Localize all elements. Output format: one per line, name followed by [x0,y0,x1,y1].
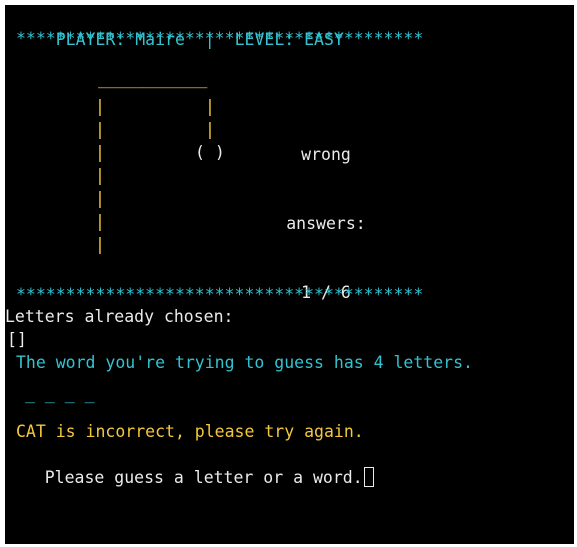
gallows-post-3: | [95,143,105,162]
wrong-answers-line1: wrong [301,145,351,164]
gallows-post-2: | [95,120,105,139]
word-info: The word you're trying to guess has 4 le… [16,353,473,372]
gallows-post-1: | [95,97,105,116]
gallows-post-7: | [95,235,105,254]
gallows-post-4: | [95,166,105,185]
header-line: PLAYER: Maire | LEVEL: EASY [16,5,344,49]
feedback-message: CAT is incorrect, please try again. [16,422,364,441]
input-prompt-line: Please guess a letter or a word. [5,443,374,487]
hangman-gallows: ___________ | | | | | | | | | ( ) [95,69,235,263]
wrong-answers-block: wrong answers: 1 / 6 [278,97,374,350]
gallows-post-6: | [95,212,105,231]
gallows-beam: ___________ [98,69,208,88]
gallows-post-5: | [95,189,105,208]
top-divider: ****************************************… [16,29,424,48]
word-blanks: _ _ _ _ [25,384,95,403]
terminal-window: PLAYER: Maire | LEVEL: EASY ************… [5,5,574,544]
letters-chosen-label: Letters already chosen: [5,307,234,326]
wrong-answers-line2: answers: [286,214,366,233]
hangman-head: ( ) [195,143,225,162]
gallows-rope-1: | [205,97,215,116]
letters-chosen-value: [] [7,330,27,349]
text-cursor[interactable] [363,467,374,487]
input-prompt: Please guess a letter or a word. [44,468,363,487]
bottom-divider: ****************************************… [16,285,424,304]
gallows-rope-2: | [205,120,215,139]
